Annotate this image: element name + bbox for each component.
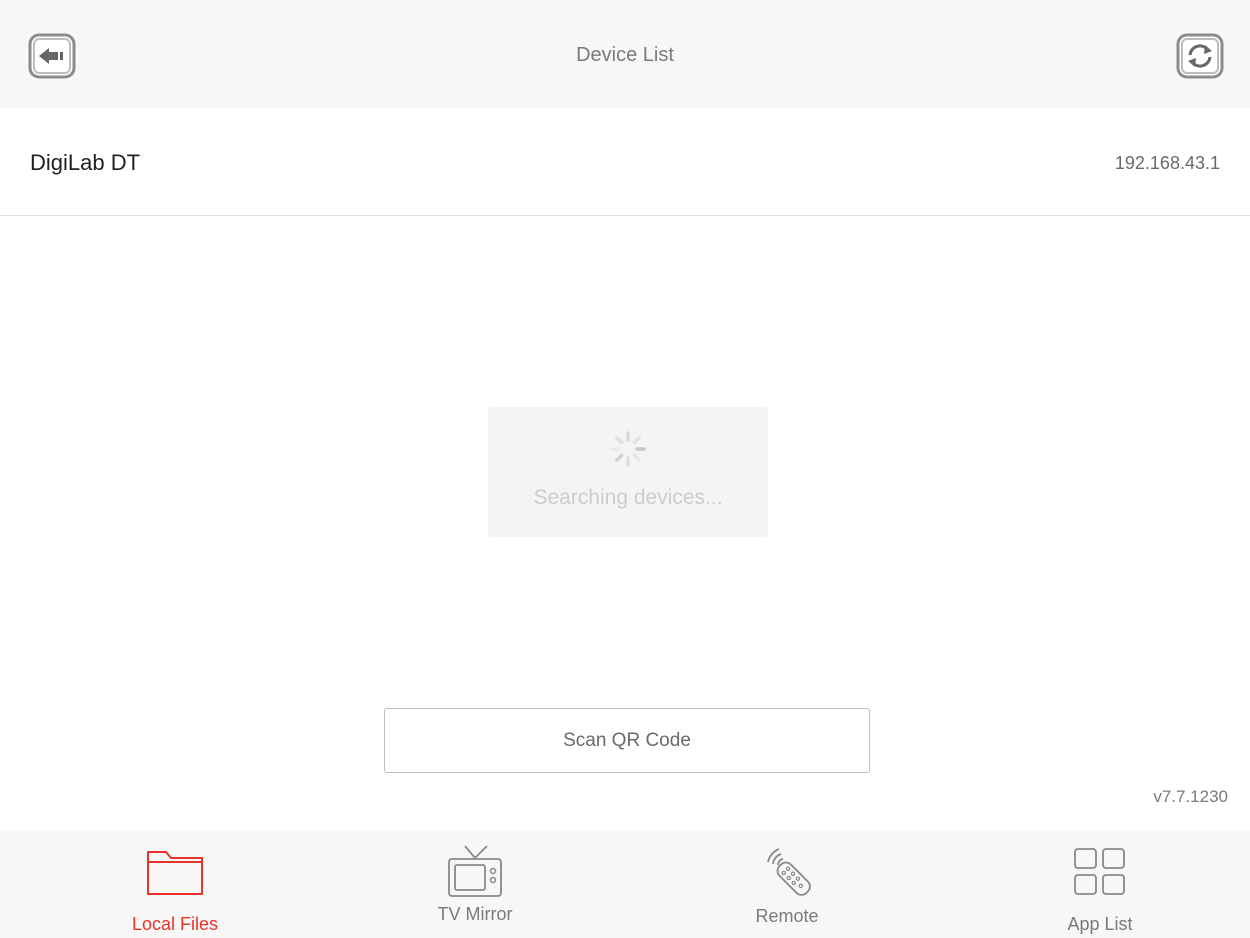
tab-tv-mirror[interactable]: TV Mirror — [370, 830, 580, 938]
spinner-icon — [610, 431, 646, 467]
device-ip: 192.168.43.1 — [1114, 153, 1220, 173]
remote-icon — [767, 848, 811, 896]
tab-label: TV Mirror — [437, 904, 513, 924]
tv-icon — [448, 845, 502, 897]
tab-label: App List — [1067, 914, 1133, 934]
tab-bar: Local Files TV Mirror Remote App List — [0, 830, 1250, 938]
grid-icon — [1074, 848, 1125, 895]
tab-remote[interactable]: Remote — [682, 830, 892, 938]
scan-qr-code-button[interactable]: Scan QR Code — [384, 708, 870, 773]
device-row[interactable]: DigiLab DT 192.168.43.1 — [0, 108, 1250, 216]
loading-text: Searching devices... — [533, 486, 723, 509]
page-title: Device List — [576, 44, 674, 66]
folder-icon — [147, 851, 203, 895]
refresh-icon — [1176, 33, 1224, 79]
version-label: v7.7.1230 — [1153, 787, 1228, 806]
tab-local-files[interactable]: Local Files — [70, 830, 280, 938]
refresh-button[interactable] — [1176, 33, 1224, 79]
loading-indicator: Searching devices... — [488, 407, 768, 537]
tab-label: Remote — [755, 906, 819, 926]
header-bar: Device List — [0, 0, 1250, 108]
device-name: DigiLab DT — [30, 150, 141, 175]
tab-label: Local Files — [131, 914, 219, 934]
tab-app-list[interactable]: App List — [995, 830, 1205, 938]
